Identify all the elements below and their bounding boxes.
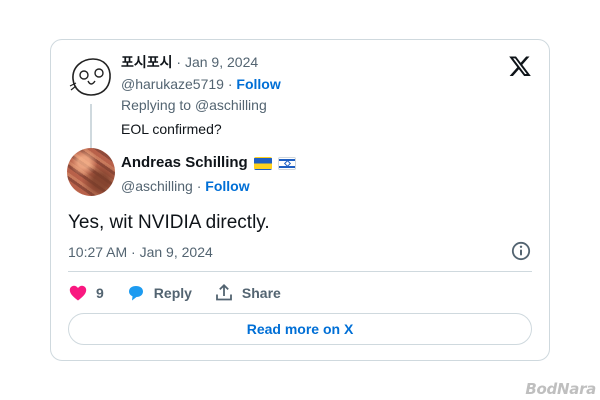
parent-handle[interactable]: @harukaze5719	[121, 76, 224, 92]
site-watermark: BodNara	[525, 380, 596, 398]
author-separator: ·	[192, 178, 206, 194]
author-handle-row: @aschilling · Follow	[121, 176, 250, 196]
share-icon	[216, 284, 232, 301]
tweet-timestamp[interactable]: 10:27 AM · Jan 9, 2024	[68, 242, 213, 262]
parent-author-name[interactable]: 포시포시	[121, 54, 173, 70]
parent-follow-link[interactable]: Follow	[236, 76, 280, 92]
share-button[interactable]: Share	[214, 283, 281, 303]
likes-count: 9	[96, 285, 104, 301]
ukraine-flag-icon	[253, 156, 272, 170]
tweet-text: Yes, wit NVIDIA directly.	[68, 212, 270, 233]
replying-to-handle[interactable]: @aschilling	[195, 97, 267, 113]
parent-handle-row: @harukaze5719 · Follow	[121, 74, 281, 94]
author-handle[interactable]: @aschilling	[121, 178, 193, 194]
parent-date[interactable]: · Jan 9, 2024	[176, 54, 258, 70]
author-follow-link[interactable]: Follow	[205, 178, 249, 194]
parent-tweet-text: EOL confirmed?	[121, 121, 222, 137]
parent-header: 포시포시 · Jan 9, 2024	[121, 52, 258, 72]
replying-prefix: Replying to	[121, 97, 195, 113]
share-label: Share	[241, 285, 281, 301]
embedded-tweet-card: 포시포시 · Jan 9, 2024 @harukaze5719 · Follo…	[50, 39, 550, 361]
divider	[68, 271, 532, 272]
replying-to-line: Replying to @aschilling	[121, 95, 267, 115]
thread-connector-line	[90, 104, 92, 148]
info-icon[interactable]	[510, 240, 532, 262]
parent-separator: ·	[223, 76, 237, 92]
like-button[interactable]: 9	[68, 283, 104, 303]
heart-icon	[69, 285, 87, 301]
reply-bubble-icon	[128, 286, 143, 301]
author-name[interactable]: Andreas Schilling	[121, 153, 248, 173]
action-bar: 9 Reply Share	[68, 283, 303, 303]
read-more-button[interactable]: Read more on X	[68, 313, 532, 345]
reply-label: Reply	[153, 285, 192, 301]
reply-button[interactable]: Reply	[126, 283, 192, 303]
israel-flag-icon	[277, 156, 296, 170]
parent-avatar[interactable]	[68, 53, 114, 99]
author-avatar[interactable]	[67, 148, 115, 196]
x-logo-icon[interactable]	[508, 54, 532, 78]
author-name-row: Andreas Schilling	[121, 153, 296, 173]
